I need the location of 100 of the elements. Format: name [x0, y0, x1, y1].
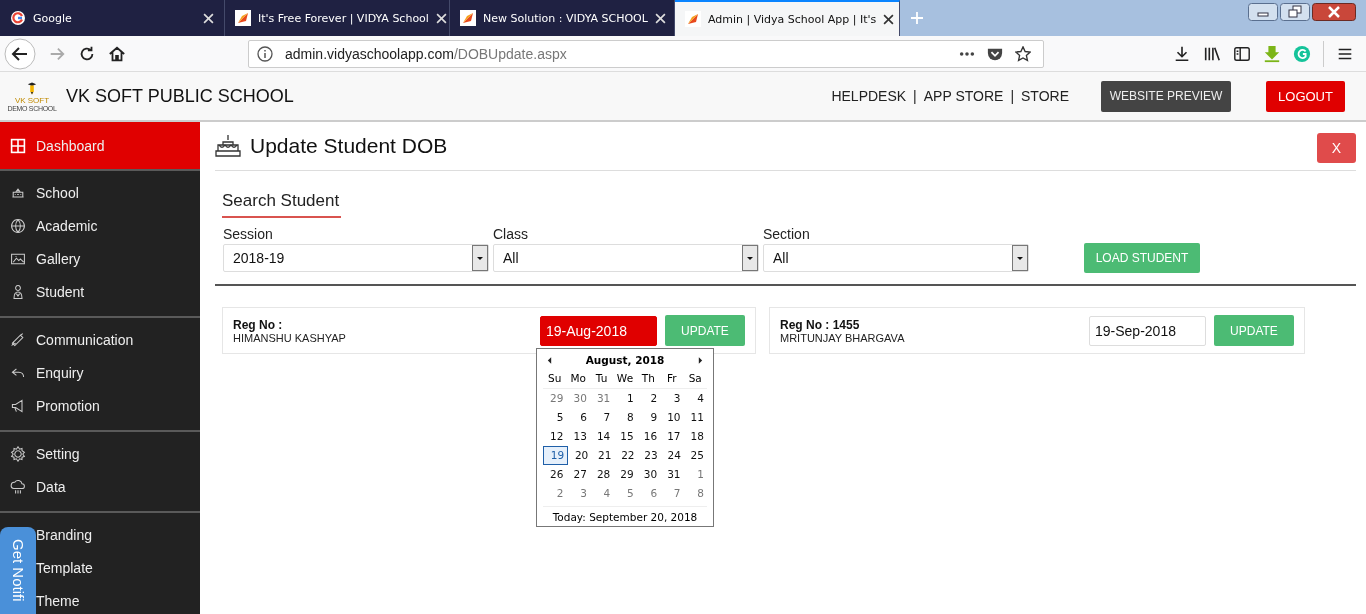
nav-separator: |	[913, 88, 917, 104]
sidebar-item[interactable]: Promotion	[0, 389, 200, 422]
calendar-day[interactable]: 29	[543, 389, 567, 408]
calendar-day[interactable]: 30	[566, 389, 590, 408]
address-bar[interactable]: admin.vidyaschoolapp.com/DOBUpdate.aspx	[248, 39, 1044, 68]
weekday-label: Tu	[594, 371, 609, 386]
nav-link[interactable]: APP STORE	[923, 88, 1004, 104]
calendar-day[interactable]: 9	[636, 408, 661, 427]
sidebar-item[interactable]: Data	[0, 470, 200, 503]
home-icon[interactable]	[108, 44, 126, 63]
sidebar-item[interactable]: Academic	[0, 209, 200, 242]
calendar-day[interactable]: 28	[589, 465, 614, 484]
calendar-day[interactable]: 27	[566, 465, 590, 484]
calendar-day[interactable]: 4	[589, 484, 614, 503]
date-field[interactable]: 19-Sep-2018	[1089, 315, 1206, 346]
menu-item-icon	[10, 217, 26, 234]
weekday-label: We	[615, 371, 635, 386]
caret-icon[interactable]	[472, 245, 488, 271]
calendar-day[interactable]: 2	[636, 389, 661, 408]
dropdown-field[interactable]: All	[493, 244, 759, 272]
field-label: Section	[763, 226, 811, 242]
sidebar-item[interactable]: Gallery	[0, 242, 200, 275]
sidebar-item[interactable]: Communication	[0, 323, 200, 356]
calendar-day[interactable]: 2	[543, 484, 567, 503]
sidebar-item[interactable]: Dashboard	[0, 122, 200, 169]
browser-tab[interactable]: Admin | Vidya School App | It's	[675, 0, 900, 36]
dropdown-field[interactable]: 2018-19	[223, 244, 489, 272]
calendar-day[interactable]: 17	[660, 427, 684, 446]
calendar-day[interactable]: 29	[613, 465, 637, 484]
calendar-day[interactable]: 31	[589, 389, 614, 408]
weekday-label: Mo	[569, 371, 587, 386]
caret-icon[interactable]	[1012, 245, 1028, 271]
close-button[interactable]: X	[1317, 133, 1356, 163]
dropdown-field[interactable]: All	[763, 244, 1029, 272]
next-icon[interactable]	[698, 356, 703, 364]
nav-link[interactable]: HELPDESK	[831, 88, 907, 104]
today-link[interactable]: Today: September 20, 2018	[543, 506, 707, 523]
calendar-day[interactable]: 12	[543, 427, 567, 446]
calendar-day[interactable]: 31	[660, 465, 684, 484]
calendar-day[interactable]: 20	[568, 446, 592, 465]
reg-number: Reg No :	[233, 317, 284, 332]
calendar-day[interactable]: 4	[683, 389, 707, 408]
reload-icon[interactable]	[78, 44, 96, 63]
calendar-day[interactable]: 26	[543, 465, 567, 484]
calendar-day[interactable]: 30	[636, 465, 661, 484]
calendar-day[interactable]: 21	[591, 446, 615, 465]
calendar-day[interactable]: 16	[636, 427, 661, 446]
info-icon[interactable]	[257, 45, 273, 62]
logout-button[interactable]: LOGOUT	[1266, 80, 1345, 112]
calendar-day[interactable]: 11	[683, 408, 707, 427]
rocket-icon	[235, 10, 251, 26]
sidebar-item[interactable]: Student	[0, 275, 200, 308]
school-name: VK SOFT PUBLIC SCHOOL	[66, 85, 294, 107]
sidebar-item[interactable]: Template	[36, 551, 200, 584]
sidebar-item[interactable]: Theme	[36, 584, 200, 614]
sidebar-item[interactable]: Setting	[0, 437, 200, 470]
menu-item-icon	[10, 397, 26, 414]
cake-icon	[215, 133, 241, 159]
sidebar-icon[interactable]	[1233, 44, 1251, 63]
restore-icon[interactable]	[1280, 3, 1310, 21]
calendar-day[interactable]: 14	[589, 427, 614, 446]
calendar-day[interactable]: 18	[683, 427, 707, 446]
calendar-day[interactable]: 8	[683, 484, 707, 503]
field-label: Session	[223, 226, 274, 242]
nav-separator: |	[1010, 88, 1014, 104]
menu-item-icon	[10, 331, 26, 348]
calendar-day[interactable]: 3	[566, 484, 590, 503]
star-icon[interactable]	[1015, 45, 1031, 62]
calendar-day[interactable]: 19	[543, 446, 569, 465]
calendar-day[interactable]: 5	[543, 408, 567, 427]
back-icon[interactable]	[4, 37, 36, 70]
sidebar-item[interactable]: Branding	[36, 518, 200, 551]
calendar-day[interactable]: 1	[683, 465, 707, 484]
calendar-day[interactable]: 10	[660, 408, 684, 427]
calendar-day[interactable]: 6	[636, 484, 661, 503]
calendar-day[interactable]: 3	[660, 389, 684, 408]
download-icon[interactable]	[1173, 44, 1191, 63]
caret-icon[interactable]	[742, 245, 758, 271]
calendar-day[interactable]: 8	[613, 408, 637, 427]
sidebar-item[interactable]: Enquiry	[0, 356, 200, 389]
calendar-day[interactable]: 24	[660, 446, 684, 465]
calendar-day[interactable]: 7	[660, 484, 684, 503]
rocket-icon	[685, 11, 701, 27]
website-preview-button[interactable]: WEBSITE PREVIEW	[1101, 80, 1231, 112]
nav-link[interactable]: STORE	[1021, 88, 1069, 104]
date-field[interactable]: 19-Aug-2018	[540, 315, 657, 346]
calendar-day[interactable]: 23	[637, 446, 661, 465]
calendar-day[interactable]: 1	[613, 389, 637, 408]
calendar-day[interactable]: 15	[613, 427, 637, 446]
close-icon[interactable]	[883, 13, 895, 25]
calendar-day[interactable]: 6	[566, 408, 590, 427]
calendar-day[interactable]: 5	[613, 484, 637, 503]
calendar-day[interactable]: 13	[566, 427, 590, 446]
calendar-day[interactable]: 22	[614, 446, 638, 465]
calendar-day[interactable]: 25	[683, 446, 707, 465]
close-icon[interactable]	[1312, 3, 1356, 21]
minimize-icon[interactable]	[1248, 3, 1278, 21]
calendar-day[interactable]: 7	[589, 408, 614, 427]
sidebar-item[interactable]: School	[0, 176, 200, 209]
previous-icon[interactable]	[547, 356, 552, 364]
